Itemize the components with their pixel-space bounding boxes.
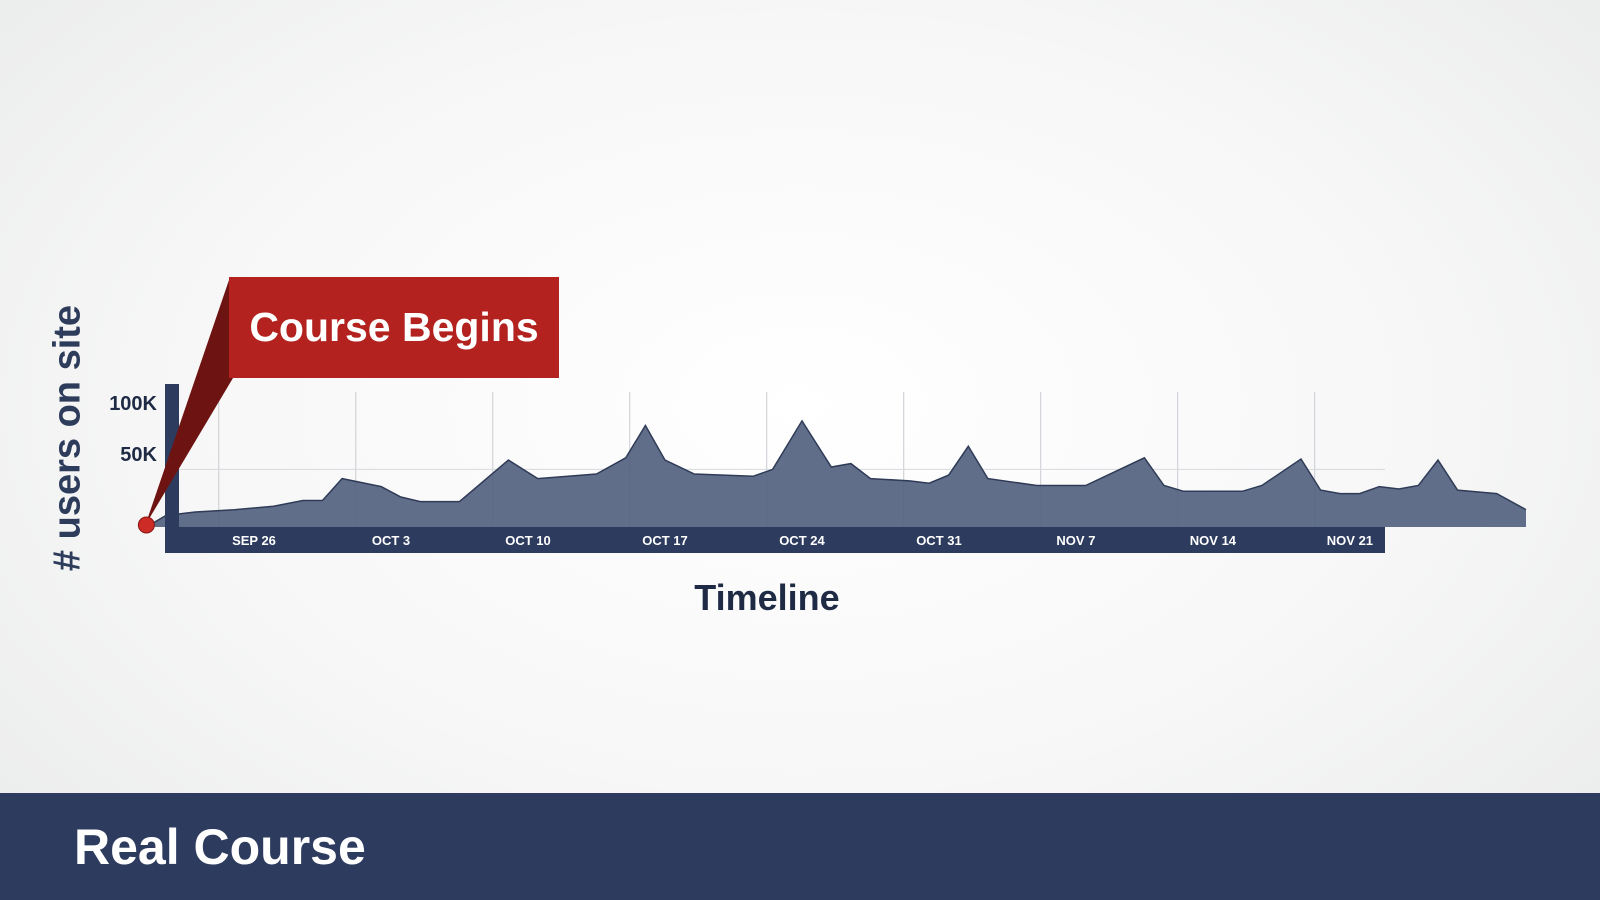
users-timeline-chart: SEP 26 OCT 3 OCT 10 OCT 17 OCT 24 OCT 31 NOV 7… xyxy=(109,277,1527,553)
x-tick-label: SEP 26 xyxy=(232,533,276,548)
users-area-series xyxy=(146,420,1526,527)
footer-banner: Real Course xyxy=(0,793,1600,900)
x-tick-label: OCT 31 xyxy=(916,533,962,548)
callout-label: Course Begins xyxy=(249,304,538,350)
x-axis-label: Timeline xyxy=(694,577,840,618)
x-tick-label: OCT 10 xyxy=(505,533,551,548)
x-tick-label: OCT 17 xyxy=(642,533,688,548)
y-tick-label: 100K xyxy=(109,393,157,415)
x-tick-label: NOV 7 xyxy=(1056,533,1095,548)
x-tick-label: OCT 24 xyxy=(779,533,825,548)
x-tick-label: OCT 3 xyxy=(372,533,410,548)
y-tick-labels: 50K 100K xyxy=(109,393,157,466)
callout-pointer xyxy=(145,280,233,525)
footer-title: Real Course xyxy=(74,818,366,875)
y-tick-label: 50K xyxy=(120,444,157,466)
y-axis-label: # users on site xyxy=(46,304,89,572)
x-tick-label: NOV 14 xyxy=(1190,533,1237,548)
start-marker xyxy=(137,516,155,534)
x-tick-label: NOV 21 xyxy=(1327,533,1373,548)
x-tick-labels: SEP 26 OCT 3 OCT 10 OCT 17 OCT 24 OCT 31 NOV 7… xyxy=(232,533,1373,548)
